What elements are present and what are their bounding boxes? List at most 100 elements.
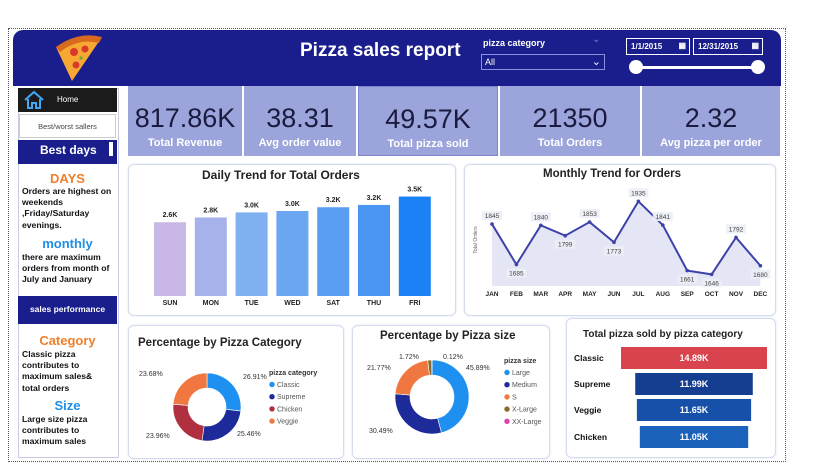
category-filter-dropdown[interactable]: All ⌄ (481, 54, 605, 70)
size-heading: Size (54, 398, 81, 413)
x-tick-label: FRI (409, 300, 420, 307)
start-date-input[interactable]: 1/1/2015 ▦ (626, 38, 690, 55)
x-tick-label: AUG (656, 291, 670, 298)
data-label: 1935 (631, 190, 646, 197)
note-line: maximum sales (22, 436, 87, 447)
scrollbar-thumb[interactable] (109, 142, 113, 156)
donut-slice (394, 359, 430, 396)
x-tick-label: TUE (245, 300, 259, 307)
data-label: 1646 (704, 280, 719, 287)
kpi-value: 21350 (532, 103, 608, 133)
note-line: weekends (22, 197, 64, 208)
data-point (587, 220, 592, 224)
date-slider-start-handle[interactable] (629, 60, 643, 74)
slice-label: 0.12% (443, 354, 463, 361)
note-line: maximum sales& (22, 371, 93, 382)
category-label: Chicken (574, 432, 607, 442)
category-note: Classic pizza contributes to maximum sal… (22, 349, 92, 394)
category-filter-value: All (485, 57, 496, 67)
nav-sales-performance-button[interactable]: sales performance (18, 296, 117, 324)
data-label: 14.89K (679, 353, 709, 363)
legend-title: pizza size (504, 358, 536, 365)
data-point (612, 240, 616, 245)
chevron-down-icon[interactable]: ⌄ (592, 34, 600, 45)
bar (398, 196, 431, 296)
kpi-avg-pizza-per-order: 2.32 Avg pizza per order (642, 86, 780, 156)
x-tick-label: MAR (533, 291, 548, 298)
bar (317, 207, 350, 296)
nav-home-button[interactable]: Home (18, 88, 117, 112)
category-label: Veggie (574, 405, 602, 415)
data-label: 1853 (582, 211, 597, 218)
data-label: 3.0K (285, 201, 300, 208)
data-label: 11.65K (680, 405, 709, 415)
slice-label: 30.49% (369, 428, 393, 435)
note-line: orders from month of (22, 263, 110, 274)
days-note: Orders are highest on weekends ,Friday/S… (22, 186, 111, 231)
category-label: Classic (574, 353, 604, 363)
x-tick-label: JUN (607, 291, 620, 298)
note-line: contributes to (22, 425, 80, 436)
data-label: 1680 (753, 272, 768, 279)
legend-label: Chicken (277, 406, 302, 413)
note-line: July and January (22, 274, 93, 285)
donut-slice (206, 372, 242, 412)
nav-home-label: Home (57, 95, 79, 104)
end-date-value: 12/31/2015 (698, 42, 739, 51)
note-line: Large size pizza (22, 414, 88, 424)
donut-slice (394, 393, 442, 435)
kpi-label: Avg order value (258, 137, 342, 149)
data-point (539, 223, 543, 228)
note-line: evenings. (22, 219, 62, 230)
data-label: 3.2K (367, 195, 382, 202)
note-line: there are maximum (22, 252, 101, 262)
x-tick-label: SUN (163, 300, 178, 307)
x-tick-label: WED (284, 300, 300, 307)
data-label: 1661 (680, 277, 695, 284)
monthly-trend-chart: 1845 JAN 1685 FEB 1840 MAR 1799 APR 1853 MAY 1773 J… (473, 188, 771, 298)
data-point (636, 199, 641, 204)
data-label: 3.0K (244, 202, 259, 209)
data-point (490, 222, 494, 226)
nav-best-worst-button[interactable]: Best/worst sallers (19, 114, 116, 138)
data-label: 3.5K (407, 187, 422, 194)
pizza-sold-funnel-chart: 14.89K Classic 11.99K Supreme 11.65K Veggie 11… (574, 347, 767, 448)
x-tick-label: JUL (632, 291, 644, 298)
size-donut-panel: Percentage by Pizza size 45.89% 30.49% 21.… (352, 325, 550, 459)
bar (358, 204, 390, 296)
kpi-total-orders: 21350 Total Orders (500, 86, 640, 156)
monthly-heading: monthly (42, 236, 93, 251)
bar (235, 212, 268, 296)
pizza-sold-by-category-panel: Total pizza sold by pizza category 14.89… (566, 318, 776, 458)
nav-best-days-label: Best days (40, 143, 97, 157)
kpi-value: 817.86K (134, 103, 236, 133)
kpi-label: Avg pizza per order (660, 137, 762, 149)
x-tick-label: MAY (583, 291, 598, 298)
x-tick-label: JAN (485, 291, 498, 298)
data-label: 1845 (485, 213, 500, 220)
end-date-input[interactable]: 12/31/2015 ▦ (693, 38, 763, 55)
category-label: Supreme (574, 379, 611, 389)
pizza-slice-icon (56, 35, 102, 81)
note-line: Classic pizza (22, 349, 76, 359)
home-icon (24, 90, 44, 109)
date-slider-end-handle[interactable] (751, 60, 765, 74)
data-point (661, 223, 665, 227)
daily-trend-panel: Daily Trend for Total Orders 2.6K SUN 2.8K… (128, 164, 456, 316)
slice-label: 23.68% (139, 371, 163, 378)
legend-swatch (504, 406, 510, 412)
donut-slice (172, 403, 205, 441)
kpi-label: Total Orders (537, 137, 603, 149)
data-point (685, 268, 689, 273)
date-range-slider-track[interactable] (636, 66, 758, 69)
legend-swatch (504, 394, 510, 400)
kpi-total-pizza-sold: 49.57K Total pizza sold (358, 86, 498, 156)
calendar-icon: ▦ (751, 41, 759, 50)
legend-title: pizza category (269, 370, 317, 377)
slice-label: 25.46% (237, 431, 261, 438)
data-point (514, 262, 519, 267)
kpi-total-revenue: 817.86K Total Revenue (128, 86, 242, 156)
data-label: 1773 (607, 248, 622, 255)
nav-best-days-button[interactable]: Best days (18, 140, 117, 164)
x-tick-label: DEC (754, 291, 768, 298)
